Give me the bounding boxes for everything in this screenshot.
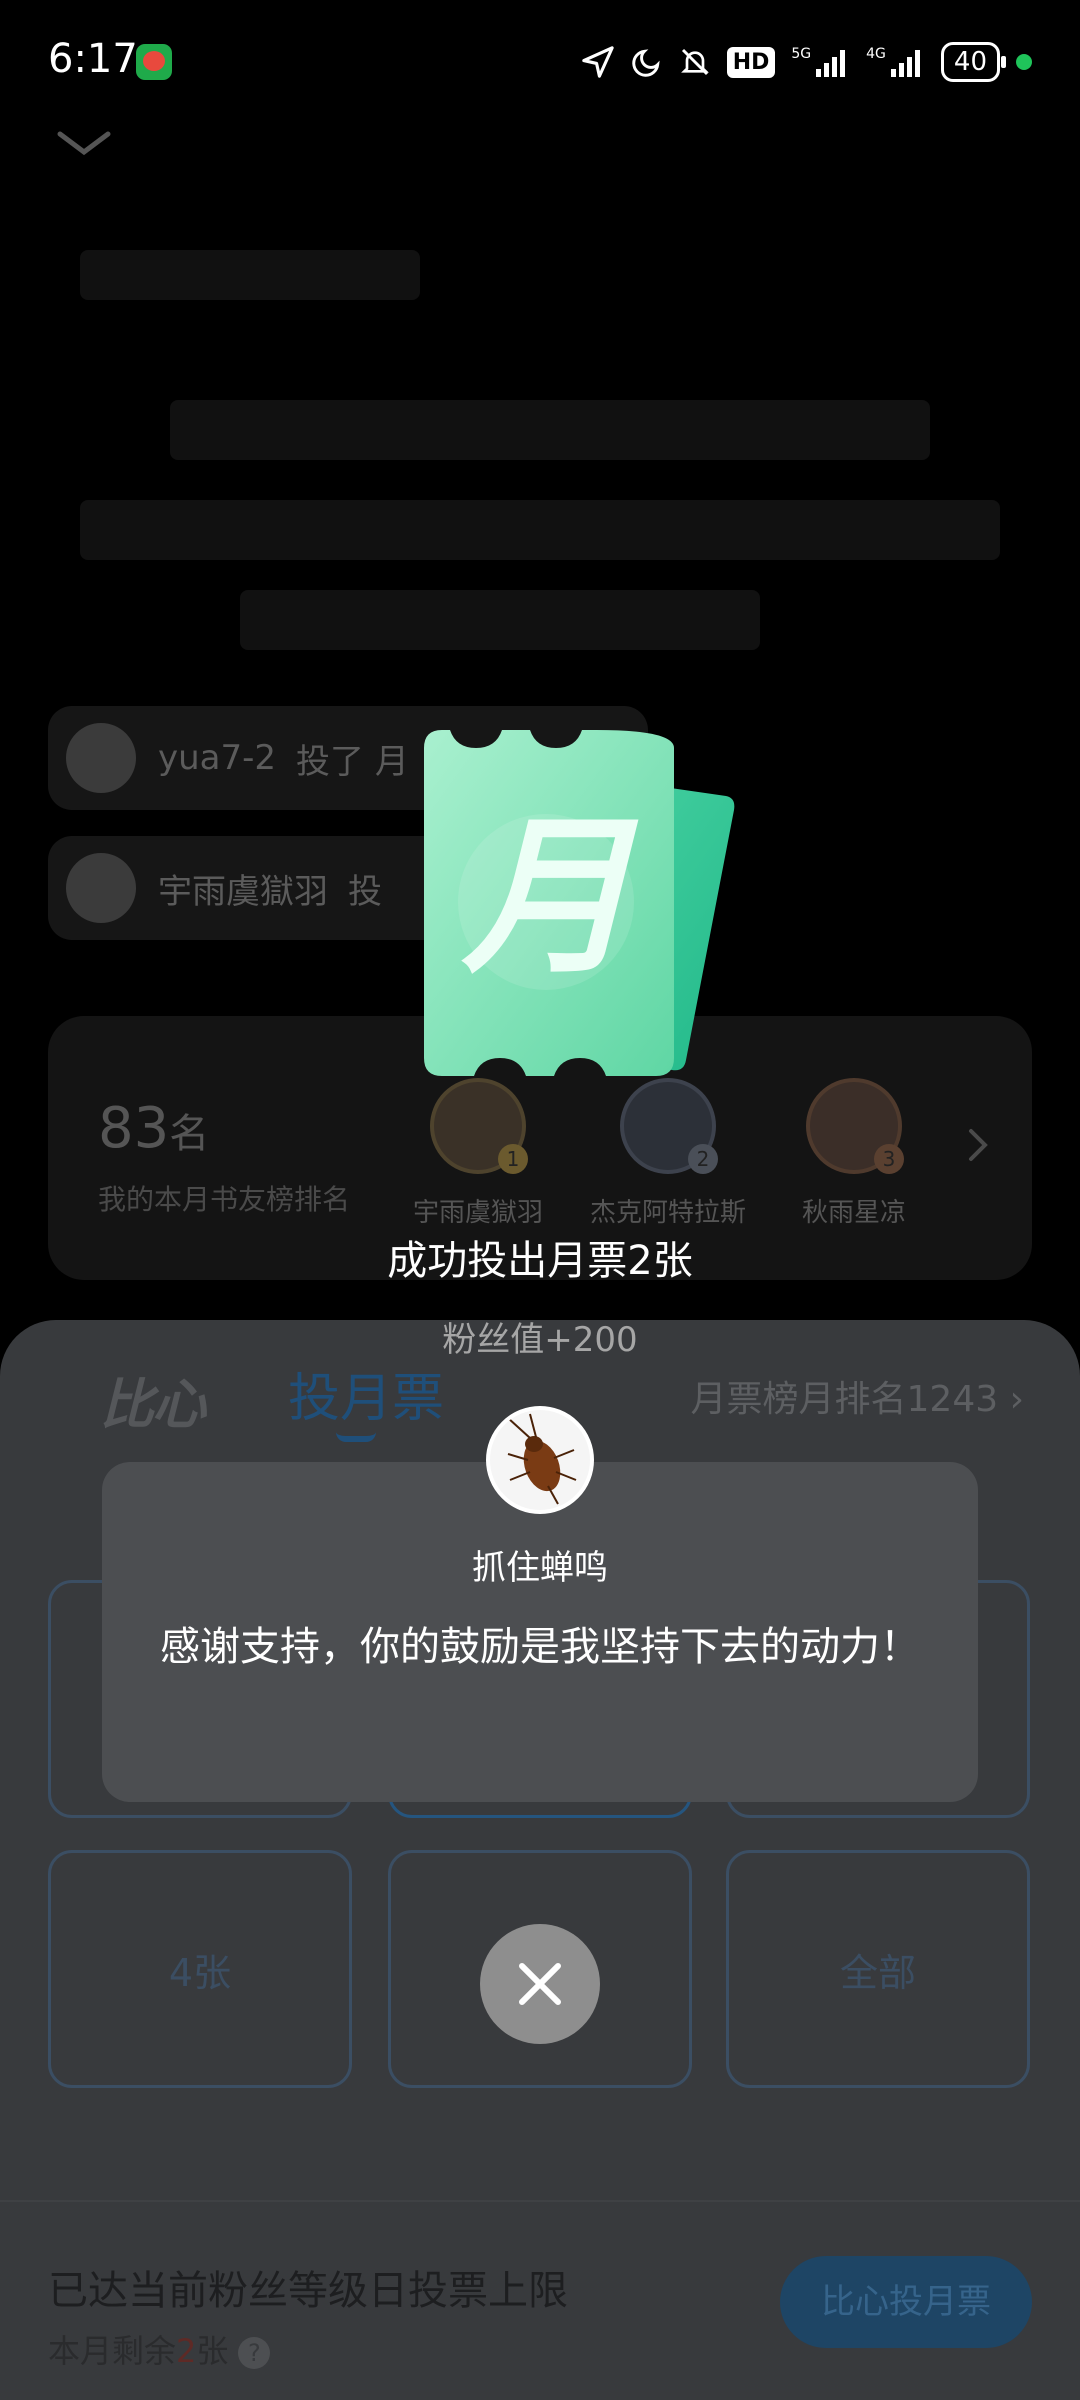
status-icons: HD 5G 4G 40: [581, 40, 1032, 84]
notice-action: 投了 月: [296, 741, 409, 782]
blurred-content-block: [80, 500, 1000, 560]
moon-icon: [631, 49, 660, 77]
avatar: 2: [620, 1078, 718, 1174]
close-icon: [519, 1963, 561, 2005]
top-user[interactable]: 1 宇雨虞獄羽: [398, 1078, 558, 1229]
author-avatar: [486, 1406, 594, 1514]
remaining-count: 2: [176, 2332, 197, 2370]
my-rank-label: 我的本月书友榜排名: [98, 1183, 351, 1216]
battery-icon: 40: [940, 42, 1007, 82]
chevron-right-icon[interactable]: [968, 1128, 988, 1162]
top-user-name: 宇雨虞獄羽: [412, 1198, 543, 1228]
avatar: 3: [806, 1078, 904, 1174]
location-icon: [581, 46, 614, 78]
avatar: 1: [430, 1078, 528, 1174]
monthly-ticket-rank-text: 月票榜月排名1243: [690, 1379, 999, 1420]
network-5g-label: 5G: [791, 46, 812, 62]
notice-user: 宇雨虞獄羽: [158, 871, 328, 912]
rank-place-badge: 2: [688, 1144, 718, 1174]
avatar: [66, 723, 136, 793]
status-bar: 6:17 HD 5G 4G 40: [0, 0, 1080, 120]
top-user[interactable]: 3 秋雨星凉: [774, 1078, 934, 1229]
author-thanks-message: 感谢支持，你的鼓励是我坚持下去的动力！: [160, 1624, 920, 1670]
collapse-chevron-icon[interactable]: [56, 128, 112, 158]
bixin-logo: 比心: [100, 1373, 206, 1436]
hd-voice-badge: HD: [726, 46, 776, 78]
privacy-indicator-dot: [1016, 54, 1032, 70]
my-rank-unit: 名: [169, 1111, 210, 1157]
blurred-content-block: [80, 250, 420, 300]
rank-place-badge: 1: [498, 1144, 528, 1174]
top-user[interactable]: 2 杰克阿特拉斯: [588, 1078, 748, 1229]
help-icon[interactable]: ?: [238, 2337, 271, 2369]
monthly-ticket-illustration: 月: [396, 730, 736, 1090]
my-rank-number: 83: [98, 1096, 170, 1161]
vote-option-all[interactable]: 全部: [726, 1850, 1030, 2088]
vote-option-4[interactable]: 4张: [48, 1850, 352, 2088]
status-time: 6:17: [48, 36, 138, 82]
cockroach-icon: [507, 1413, 577, 1505]
sheet-footer: 已达当前粉丝等级日投票上限 本月剩余2张? 比心投月票: [0, 2200, 1080, 2400]
remaining-tickets: 本月剩余2张?: [48, 2326, 271, 2372]
tab-indicator: [336, 1432, 376, 1442]
ticket-char: 月: [462, 799, 633, 997]
remaining-suffix: 张: [196, 2332, 229, 2370]
tab-monthly-vote[interactable]: 投月票: [288, 1356, 444, 1431]
fan-value-gain: 粉丝值+200: [442, 1320, 638, 1360]
avatar: [66, 853, 136, 923]
my-rank: 83名: [98, 1096, 209, 1161]
blurred-content-block: [240, 590, 760, 650]
notice-action: 投: [348, 871, 382, 912]
top-user-name: 秋雨星凉: [801, 1198, 906, 1228]
rank-place-badge: 3: [874, 1144, 904, 1174]
chevron-right-icon: ›: [1009, 1379, 1024, 1420]
signal-4g-icon: 4G: [866, 47, 925, 77]
blurred-content-block: [170, 400, 930, 460]
bixin-vote-button[interactable]: 比心投月票: [780, 2256, 1032, 2348]
mute-bell-icon: [680, 48, 709, 76]
app-notification-icon: [136, 44, 172, 80]
signal-5g-icon: 5G: [791, 47, 850, 77]
top-user-name: 杰克阿特拉斯: [589, 1198, 746, 1228]
author-name: 抓住蝉鸣: [472, 1548, 608, 1588]
close-button[interactable]: [480, 1924, 600, 2044]
remaining-prefix: 本月剩余: [48, 2332, 177, 2370]
daily-limit-text: 已达当前粉丝等级日投票上限: [48, 2268, 568, 2314]
notice-user: yua7-2: [158, 738, 277, 778]
monthly-ticket-rank-link[interactable]: 月票榜月排名1243 ›: [691, 1370, 1024, 1422]
vote-success-message: 成功投出月票2张: [387, 1238, 693, 1284]
network-4g-label: 4G: [866, 46, 886, 62]
